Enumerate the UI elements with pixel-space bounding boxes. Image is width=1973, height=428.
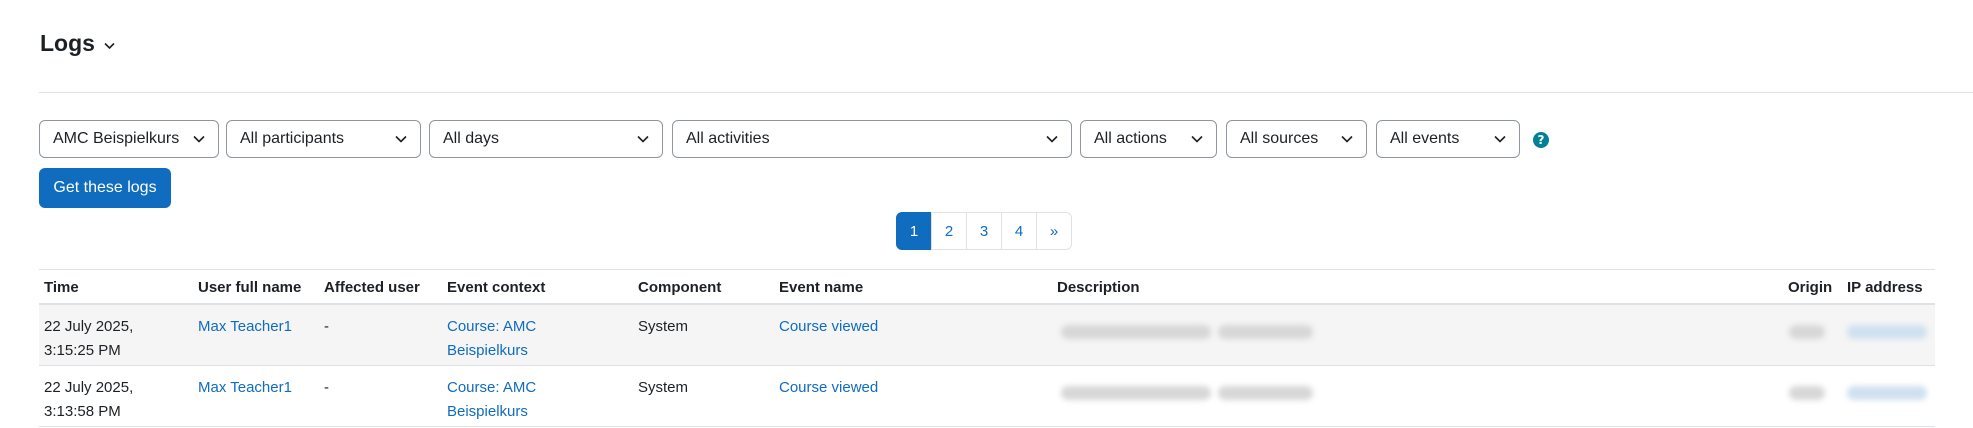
chevron-down-icon [1494,135,1506,143]
header-event-context[interactable]: Event context [447,279,545,296]
description-redacted [1053,305,1323,350]
actions-select-value: All actions [1094,130,1167,147]
events-select-value: All events [1390,130,1460,147]
header-ip-address[interactable]: IP address [1847,279,1923,296]
event-context-line2: Beispielkurs [447,403,528,420]
participants-select[interactable]: All participants [226,120,421,158]
actions-select[interactable]: All actions [1080,120,1217,158]
ip-address-redacted [1847,386,1927,400]
divider [39,92,1973,93]
chevron-down-icon [104,42,115,49]
sources-select[interactable]: All sources [1226,120,1367,158]
activities-select[interactable]: All activities [672,120,1072,158]
component-cell: System [638,318,689,335]
event-name-link[interactable]: Course viewed [779,376,878,400]
days-select-value: All days [443,130,500,147]
time-date: 22 July 2025, [44,318,134,335]
event-context-link[interactable]: Course: AMC Beispielkurs [447,315,536,363]
user-full-name-link[interactable]: Max Teacher1 [198,376,292,400]
sources-select-value: All sources [1240,130,1319,147]
participants-select-value: All participants [240,130,345,147]
days-select[interactable]: All days [429,120,663,158]
help-icon[interactable]: ? [1533,132,1549,148]
header-component[interactable]: Component [638,279,721,296]
time-clock: 3:15:25 PM [44,342,121,359]
event-context-link[interactable]: Course: AMC Beispielkurs [447,376,536,424]
course-select[interactable]: AMC Beispielkurs [39,120,219,158]
header-affected-user[interactable]: Affected user [324,279,420,296]
page-3-link[interactable]: 3 [966,212,1002,250]
ip-address-redacted [1847,325,1927,339]
activities-select-value: All activities [686,130,770,147]
table-row: 22 July 2025, 3:13:58 PM Max Teacher1 - … [39,366,1935,427]
header-description[interactable]: Description [1057,279,1140,296]
component-cell: System [638,379,689,396]
chevron-down-icon [395,135,407,143]
page-title-menu[interactable]: Logs [40,30,115,57]
table-header: Time User full name Affected user Event … [39,269,1935,305]
header-origin[interactable]: Origin [1788,279,1832,296]
user-full-name-link[interactable]: Max Teacher1 [198,315,292,339]
origin-redacted [1789,325,1825,339]
chevron-down-icon [193,135,205,143]
time-date: 22 July 2025, [44,379,134,396]
page-2-link[interactable]: 2 [931,212,967,250]
header-event-name[interactable]: Event name [779,279,863,296]
time-cell: 22 July 2025, 3:13:58 PM [44,376,133,424]
course-select-value: AMC Beispielkurs [53,130,180,147]
time-clock: 3:13:58 PM [44,403,121,420]
affected-user-cell: - [324,379,329,396]
chevron-down-icon [1341,135,1353,143]
page-1-link[interactable]: 1 [896,212,932,250]
next-page-link[interactable]: » [1036,212,1072,250]
affected-user-cell: - [324,318,329,335]
page-title: Logs [40,30,95,56]
page-4-link[interactable]: 4 [1001,212,1037,250]
chevron-down-icon [1191,135,1203,143]
time-cell: 22 July 2025, 3:15:25 PM [44,315,133,363]
header-time[interactable]: Time [44,279,79,296]
event-context-line1: Course: AMC [447,379,537,396]
event-context-line1: Course: AMC [447,318,537,335]
chevron-down-icon [637,135,649,143]
origin-redacted [1789,386,1825,400]
pagination: 1 2 3 4 » [896,212,1072,251]
events-select[interactable]: All events [1376,120,1520,158]
event-context-line2: Beispielkurs [447,342,528,359]
event-name-link[interactable]: Course viewed [779,315,878,339]
chevron-down-icon [1046,135,1058,143]
get-these-logs-button[interactable]: Get these logs [39,168,171,208]
logs-table: Time User full name Affected user Event … [39,269,1935,427]
header-user-full-name[interactable]: User full name [198,279,301,296]
description-redacted [1053,366,1323,411]
table-row: 22 July 2025, 3:15:25 PM Max Teacher1 - … [39,305,1935,366]
